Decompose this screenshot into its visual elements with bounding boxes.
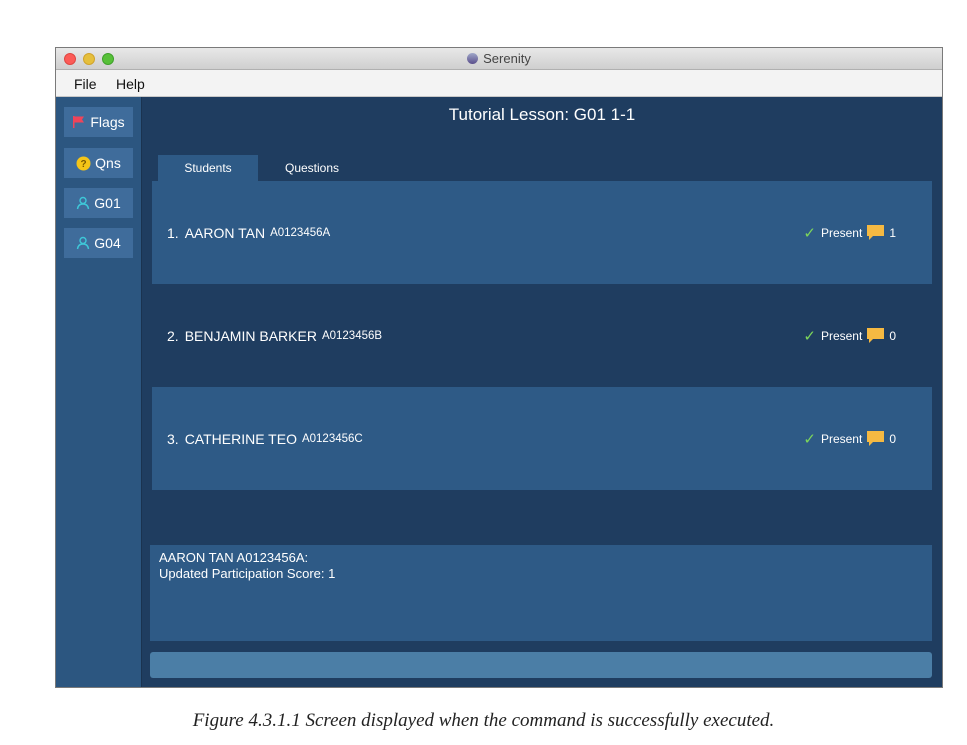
student-matric: A0123456C	[301, 432, 363, 445]
window-title: Serenity	[56, 51, 942, 66]
attendance-label: Present	[820, 328, 863, 343]
user-icon	[77, 236, 90, 250]
student-status: ✓ Present 0	[803, 327, 896, 345]
svg-text:?: ?	[81, 159, 87, 170]
flag-icon	[73, 116, 85, 128]
question-icon: ?	[76, 156, 91, 170]
sidebar-item-label: Qns	[95, 155, 121, 171]
sidebar-item-g01[interactable]: G01	[64, 188, 133, 218]
comment-icon	[867, 225, 885, 240]
student-index: 1.	[167, 224, 179, 241]
student-name: BENJAMIN BARKER	[184, 327, 317, 344]
participation-score: 0	[889, 328, 896, 343]
participation-score: 1	[889, 225, 896, 240]
tab-questions[interactable]: Questions	[264, 155, 360, 181]
sidebar-item-g04[interactable]: G04	[64, 228, 133, 258]
main-panel: Tutorial Lesson: G01 1-1 Students Questi…	[142, 97, 942, 687]
menu-help[interactable]: Help	[116, 76, 145, 92]
attendance-label: Present	[820, 431, 863, 446]
list-item[interactable]: 3. CATHERINE TEO A0123456C ✓ Present 0	[152, 387, 932, 490]
participation-score: 0	[889, 431, 896, 446]
window-title-text: Serenity	[483, 51, 531, 66]
figure-caption: Figure 4.3.1.1 Screen displayed when the…	[192, 710, 775, 731]
app-window: Serenity File Help Flags ? Qns G01 G04 T…	[55, 47, 943, 688]
sidebar-item-flags[interactable]: Flags	[64, 107, 133, 137]
page-title: Tutorial Lesson: G01 1-1	[448, 105, 636, 124]
result-display: AARON TAN A0123456A: Updated Participati…	[150, 545, 932, 641]
student-name: AARON TAN	[184, 224, 266, 241]
result-line: Updated Participation Score: 1	[159, 566, 336, 581]
comment-icon	[867, 431, 885, 446]
list-item[interactable]: 2. BENJAMIN BARKER A0123456B ✓ Present 0	[152, 284, 932, 387]
student-name: CATHERINE TEO	[184, 430, 297, 447]
title-bar: Serenity	[56, 48, 942, 70]
sidebar: Flags ? Qns G01 G04	[56, 97, 142, 687]
user-icon	[77, 196, 90, 210]
student-index: 2.	[167, 327, 179, 344]
tab-students[interactable]: Students	[158, 155, 258, 181]
check-icon: ✓	[803, 430, 816, 448]
command-input[interactable]	[150, 652, 932, 678]
menu-bar: File Help	[56, 70, 942, 97]
result-line: AARON TAN A0123456A:	[159, 550, 309, 565]
menu-file[interactable]: File	[74, 76, 97, 92]
student-matric: A0123456A	[270, 226, 331, 239]
student-status: ✓ Present 1	[803, 224, 896, 242]
list-item[interactable]: 1. AARON TAN A0123456A ✓ Present 1	[152, 181, 932, 284]
check-icon: ✓	[803, 327, 816, 345]
check-icon: ✓	[803, 224, 816, 242]
sidebar-item-label: Flags	[90, 114, 125, 130]
student-status: ✓ Present 0	[803, 430, 896, 448]
sidebar-item-label: G01	[94, 195, 121, 211]
student-index: 3.	[167, 430, 179, 447]
app-icon	[467, 53, 479, 64]
attendance-label: Present	[820, 225, 863, 240]
student-matric: A0123456B	[321, 329, 383, 342]
sidebar-item-qns[interactable]: ? Qns	[64, 148, 133, 178]
sidebar-item-label: G04	[94, 235, 121, 251]
comment-icon	[867, 328, 885, 343]
